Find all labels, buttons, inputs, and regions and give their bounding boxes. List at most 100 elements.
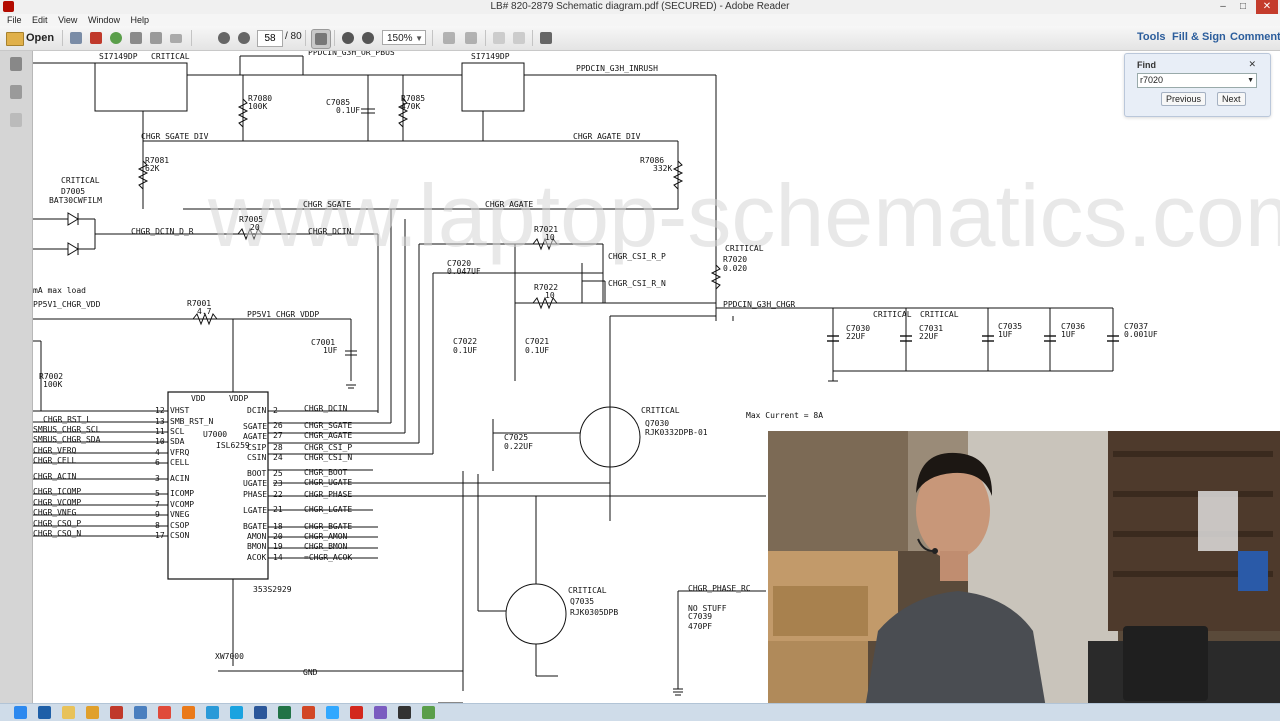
find-input[interactable]: r7020 ▼ (1137, 73, 1257, 88)
explorer-icon[interactable] (62, 706, 75, 719)
comment-tab[interactable]: Comment (1230, 31, 1280, 43)
component-label: 100K (248, 102, 267, 111)
open-button[interactable]: Open (4, 29, 58, 47)
pin-number: 10 (155, 437, 165, 446)
net-label: GND (303, 668, 318, 677)
zoom-in-button[interactable] (359, 29, 377, 47)
net-label: CHGR_SGATE (304, 421, 352, 430)
component-label: D7005 (61, 187, 85, 196)
ic-pin-label: SDA (170, 437, 185, 446)
print-button[interactable] (147, 29, 165, 47)
component-label: 62K (145, 164, 160, 173)
component-label: 100K (43, 380, 62, 389)
previous-button[interactable]: Previous (1161, 92, 1207, 106)
firefox-icon[interactable] (182, 706, 195, 719)
chrome-icon[interactable] (158, 706, 171, 719)
pin-number: 18 (273, 522, 283, 531)
net-label: CHGR_ICOMP (33, 487, 81, 496)
terminal-icon[interactable] (398, 706, 411, 719)
toolbar: Open / 80 150% ▼ Tools Fill & Sign Comme… (0, 26, 1280, 51)
find-panel: Find ✕ r7020 ▼ Previous Next (1124, 53, 1271, 117)
zoom-select[interactable]: 150% ▼ (382, 30, 426, 45)
save-button[interactable] (127, 29, 145, 47)
ie-icon[interactable] (38, 706, 51, 719)
component-label: 0.047UF (447, 267, 481, 276)
paperclip-icon[interactable] (10, 113, 22, 127)
email-button[interactable] (167, 29, 185, 47)
fill-sign-tab[interactable]: Fill & Sign (1172, 31, 1226, 43)
component-label: ISL6259 (216, 441, 250, 450)
folder-icon[interactable] (86, 706, 99, 719)
previous-page-button[interactable] (215, 29, 233, 47)
paint-icon[interactable] (374, 706, 387, 719)
component-label: 353S2929 (253, 585, 292, 594)
notepad-icon[interactable] (422, 706, 435, 719)
webcam-image (768, 431, 1280, 720)
net-label: PPDCIN_G3H_OR_PBUS (308, 51, 395, 57)
find-title: Find (1137, 60, 1156, 70)
menu-window[interactable]: Window (84, 14, 124, 26)
close-icon[interactable]: ✕ (1256, 0, 1278, 14)
media-icon[interactable] (206, 706, 219, 719)
net-label: PPDCIN_G3H_INRUSH (576, 64, 658, 73)
fit-page-button[interactable] (440, 29, 458, 47)
fit-width-button[interactable] (462, 29, 480, 47)
ic-pin-label: VCOMP (170, 500, 194, 509)
menu-view[interactable]: View (54, 14, 81, 26)
component-label: Q7035 (570, 597, 594, 606)
read-mode-button[interactable] (537, 29, 555, 47)
next-page-button[interactable] (235, 29, 253, 47)
component-label: 10 (545, 291, 555, 300)
skype-icon[interactable] (230, 706, 243, 719)
component-label: SI7149DP (471, 52, 510, 61)
filezilla-icon[interactable] (110, 706, 123, 719)
page-number-input[interactable] (257, 30, 283, 47)
toolbar-divider (191, 30, 192, 46)
acrobat-button[interactable] (87, 29, 105, 47)
word-icon[interactable] (254, 706, 267, 719)
component-label: U7000 (203, 430, 227, 439)
maximize-icon[interactable]: □ (1234, 0, 1252, 14)
zoom-out-button[interactable] (339, 29, 357, 47)
component-label: CRITICAL (61, 176, 100, 185)
menu-file[interactable]: File (3, 14, 26, 26)
fit-width-icon (465, 32, 477, 44)
hand-icon (315, 33, 327, 45)
note-label: Max Current = 8A (746, 411, 823, 420)
start-icon[interactable] (14, 706, 27, 719)
pages-icon[interactable] (10, 85, 22, 99)
create-pdf-button[interactable] (67, 29, 85, 47)
acrobat-icon[interactable] (350, 706, 363, 719)
pin-number: 28 (273, 443, 283, 452)
tools-tab[interactable]: Tools (1137, 31, 1166, 43)
undo-button[interactable] (490, 29, 508, 47)
redo-button[interactable] (510, 29, 528, 47)
pin-number: 9 (155, 510, 160, 519)
pin-number: 11 (155, 427, 165, 436)
net-label: CHGR_PHASE_RC (688, 584, 751, 593)
component-label: CRITICAL (568, 586, 607, 595)
note-label: CRITICAL (873, 310, 912, 319)
powerpoint-icon[interactable] (302, 706, 315, 719)
toolbar-divider (485, 30, 486, 46)
folder-icon (6, 32, 24, 46)
lock-icon[interactable] (10, 57, 22, 71)
net-label: CHGR_BOOT (304, 468, 348, 477)
pin-number: 19 (273, 542, 283, 551)
next-button[interactable]: Next (1217, 92, 1246, 106)
excel-icon[interactable] (278, 706, 291, 719)
toolbar-divider (334, 30, 335, 46)
net-label: CHGR_PHASE (304, 490, 352, 499)
component-label: C7021 (525, 337, 549, 346)
close-icon[interactable]: ✕ (1248, 59, 1256, 70)
menu-help[interactable]: Help (126, 14, 153, 26)
minimize-icon[interactable]: – (1214, 0, 1232, 14)
upload-button[interactable] (107, 29, 125, 47)
net-label: PPDCIN_G3H_CHGR (723, 300, 795, 309)
photoshop-icon[interactable] (326, 706, 339, 719)
hand-tool-button[interactable] (311, 29, 331, 49)
calc-icon[interactable] (134, 706, 147, 719)
toolbar-divider (532, 30, 533, 46)
ic-pin-label: CSIN (247, 453, 266, 462)
menu-edit[interactable]: Edit (28, 14, 52, 26)
